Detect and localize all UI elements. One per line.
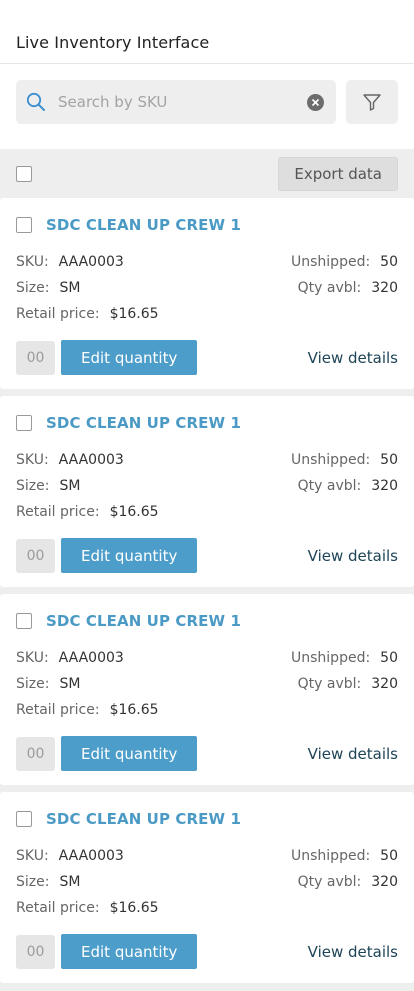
view-details-link[interactable]: View details (308, 547, 398, 565)
sku-label: SKU: (16, 848, 49, 864)
size-label: Size: (16, 478, 50, 494)
retail-price-label: Retail price: (16, 900, 100, 916)
item-title[interactable]: SDC CLEAN UP CREW 1 (46, 216, 241, 234)
sku-label: SKU: (16, 650, 49, 666)
retail-price-label: Retail price: (16, 306, 100, 322)
quantity-input[interactable]: 00 (16, 538, 55, 573)
quantity-input[interactable]: 00 (16, 340, 55, 375)
item-checkbox[interactable] (16, 613, 32, 629)
search-bar (0, 64, 414, 149)
retail-price-value: $16.65 (109, 504, 159, 520)
view-details-link[interactable]: View details (308, 745, 398, 763)
export-data-button[interactable]: Export data (278, 156, 398, 191)
search-input[interactable] (58, 93, 307, 111)
edit-quantity-button[interactable]: Edit quantity (61, 934, 198, 969)
select-all-checkbox[interactable] (16, 165, 32, 182)
edit-quantity-button[interactable]: Edit quantity (61, 538, 198, 573)
retail-price-value: $16.65 (109, 702, 159, 718)
retail-price-label: Retail price: (16, 504, 100, 520)
item-title[interactable]: SDC CLEAN UP CREW 1 (46, 810, 241, 828)
quantity-input[interactable]: 00 (16, 934, 55, 969)
retail-price-value: $16.65 (109, 306, 159, 322)
qty-avbl-label: Qty avbl: (297, 280, 362, 296)
unshipped-value: 50 (380, 848, 398, 864)
item-title[interactable]: SDC CLEAN UP CREW 1 (46, 612, 241, 630)
size-label: Size: (16, 676, 50, 692)
sku-value: AAA0003 (58, 650, 124, 666)
inventory-card: SDC CLEAN UP CREW 1 SKU: AAA0003 Unshippe… (0, 792, 414, 983)
search-icon (26, 92, 45, 111)
unshipped-value: 50 (380, 254, 398, 270)
clear-search-button[interactable] (307, 93, 324, 111)
quantity-input[interactable]: 00 (16, 736, 55, 771)
sku-value: AAA0003 (58, 848, 124, 864)
sku-label: SKU: (16, 452, 49, 468)
size-value: SM (59, 478, 81, 494)
edit-quantity-button[interactable]: Edit quantity (61, 736, 198, 771)
close-icon (311, 98, 320, 106)
page-title: Live Inventory Interface (16, 33, 210, 52)
sku-value: AAA0003 (58, 452, 124, 468)
qty-avbl-label: Qty avbl: (297, 676, 362, 692)
retail-price-label: Retail price: (16, 702, 100, 718)
filter-icon (363, 94, 381, 111)
edit-quantity-button[interactable]: Edit quantity (61, 340, 198, 375)
qty-avbl-value: 320 (371, 874, 398, 890)
view-details-link[interactable]: View details (308, 349, 398, 367)
inventory-card: SDC CLEAN UP CREW 1 SKU: AAA0003 Unshippe… (0, 594, 414, 785)
inventory-card: SDC CLEAN UP CREW 1 SKU: AAA0003 Unshippe… (0, 396, 414, 587)
list-toolbar: Export data (0, 149, 414, 198)
size-value: SM (59, 676, 81, 692)
inventory-list: SDC CLEAN UP CREW 1 SKU: AAA0003 Unshippe… (0, 198, 414, 983)
qty-avbl-value: 320 (371, 478, 398, 494)
filter-button[interactable] (346, 80, 398, 124)
size-value: SM (59, 874, 81, 890)
app-header: Live Inventory Interface (0, 0, 414, 64)
size-label: Size: (16, 874, 50, 890)
view-details-link[interactable]: View details (308, 943, 398, 961)
unshipped-value: 50 (380, 650, 398, 666)
qty-avbl-label: Qty avbl: (297, 874, 362, 890)
retail-price-value: $16.65 (109, 900, 159, 916)
qty-avbl-label: Qty avbl: (297, 478, 362, 494)
inventory-card: SDC CLEAN UP CREW 1 SKU: AAA0003 Unshippe… (0, 198, 414, 389)
unshipped-label: Unshipped: (291, 452, 371, 468)
search-box[interactable] (16, 80, 336, 124)
size-label: Size: (16, 280, 50, 296)
qty-avbl-value: 320 (371, 676, 398, 692)
item-title[interactable]: SDC CLEAN UP CREW 1 (46, 414, 241, 432)
unshipped-label: Unshipped: (291, 254, 371, 270)
unshipped-value: 50 (380, 452, 398, 468)
qty-avbl-value: 320 (371, 280, 398, 296)
item-checkbox[interactable] (16, 217, 32, 233)
sku-value: AAA0003 (58, 254, 124, 270)
unshipped-label: Unshipped: (291, 650, 371, 666)
size-value: SM (59, 280, 81, 296)
unshipped-label: Unshipped: (291, 848, 371, 864)
item-checkbox[interactable] (16, 415, 32, 431)
item-checkbox[interactable] (16, 811, 32, 827)
sku-label: SKU: (16, 254, 49, 270)
